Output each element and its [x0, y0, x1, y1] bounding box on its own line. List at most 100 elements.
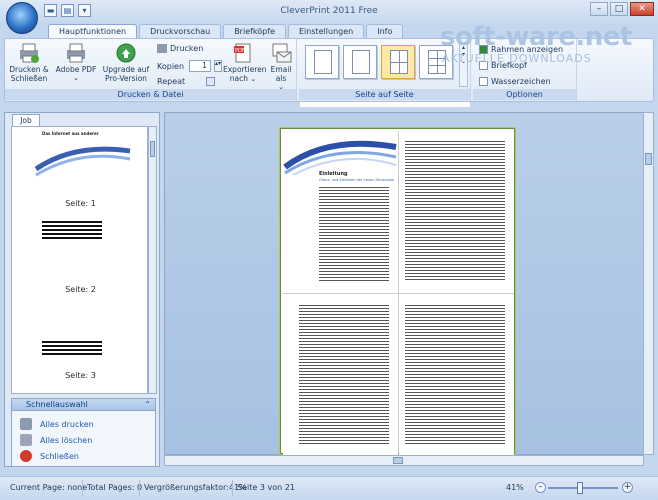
close-item[interactable]: Schließen: [20, 450, 79, 462]
sheet-page-4: [399, 295, 514, 455]
print-label: Drucken: [170, 44, 204, 53]
thumbnail-label: Seite: 1: [65, 199, 96, 208]
delete-all-icon: [20, 434, 32, 446]
swoosh-graphic: [283, 140, 397, 175]
email-button[interactable]: Email als ⌄: [267, 42, 295, 92]
quick-select-title: Schnellauswahl: [26, 400, 88, 409]
scroll-thumb[interactable]: [393, 457, 403, 464]
quick-select-list: Alles drucken Alles löschen Schließen: [11, 411, 156, 467]
svg-text:PDF: PDF: [235, 48, 245, 54]
tab-info[interactable]: Info: [366, 24, 404, 38]
tab-briefkoepfe[interactable]: Briefköpfe: [223, 24, 286, 38]
adobe-pdf-button[interactable]: Adobe PDF ⌄: [55, 42, 97, 83]
zoom-out-button[interactable]: –: [535, 482, 546, 493]
print-sheet[interactable]: Einleitung Grenz- und Ziellinien der neu…: [280, 128, 515, 455]
pdf-printer-icon: [64, 42, 88, 64]
thumbnail-label: Seite: 3: [65, 371, 96, 380]
print-group-label: Drucken & Datei: [5, 89, 296, 100]
copies-spinner[interactable]: ▴▾: [214, 60, 223, 72]
adobe-pdf-label: Adobe PDF: [55, 65, 97, 74]
thumbnail-page-2[interactable]: [34, 215, 132, 279]
text-block: [299, 305, 389, 445]
four-page-layout-button[interactable]: [381, 45, 415, 79]
job-tab[interactable]: Job: [12, 114, 40, 126]
quick-select-header[interactable]: Schnellauswahl ⌃: [11, 398, 156, 411]
email-icon: [269, 42, 293, 64]
watermark-brand: soft-ware.net: [440, 22, 632, 52]
scroll-thumb[interactable]: [150, 141, 155, 157]
export-label: Exportieren nach: [223, 65, 267, 83]
maximize-button[interactable]: □: [610, 2, 628, 16]
preview-vertical-scrollbar[interactable]: [643, 112, 654, 455]
current-page-status: Current Page: none: [10, 483, 88, 492]
app-menu-orb[interactable]: [6, 2, 38, 34]
zoom-slider-thumb[interactable]: [577, 482, 583, 494]
export-button[interactable]: PDF Exportieren nach ⌄: [223, 42, 267, 84]
print-all-icon: [20, 418, 32, 430]
total-pages-status: Total Pages: 0: [87, 483, 143, 492]
watermark-option[interactable]: Wasserzeichen: [479, 77, 551, 86]
thumbnail-label: Seite: 2: [65, 285, 96, 294]
printer-icon: [17, 42, 41, 64]
sheet-page-3: [283, 295, 398, 455]
page-icon: [352, 50, 370, 74]
repeat-icon: [206, 77, 216, 86]
watermark-tagline: AKTUELLE DOWNLOADS: [442, 52, 592, 65]
preview-subheading: Grenz- und Ziellinien der neuen Dimensio…: [319, 178, 395, 182]
copies-input[interactable]: 1: [189, 60, 212, 72]
page-position-status: Seite 3 von 21: [237, 483, 295, 492]
print-file-group: Drucken & Schließen Adobe PDF ⌄ Upgrade …: [5, 39, 297, 101]
scroll-thumb[interactable]: [645, 153, 652, 165]
collapse-icon[interactable]: ⌃: [144, 399, 151, 411]
copies-label: Kopien: [157, 61, 185, 71]
upgrade-button[interactable]: Upgrade auf Pro-Version: [101, 42, 151, 83]
pages-group-label: Seite auf Seite: [299, 89, 470, 100]
delete-all-label: Alles löschen: [40, 435, 93, 445]
tab-druckvorschau[interactable]: Druckvorschau: [139, 24, 222, 38]
two-page-layout-button[interactable]: [343, 45, 377, 79]
divider: [82, 480, 83, 496]
upgrade-icon: [114, 42, 138, 64]
page-grid-icon: [390, 50, 408, 74]
email-label: Email als: [270, 65, 292, 83]
sheet-page-2: [399, 131, 514, 291]
tab-einstellungen[interactable]: Einstellungen: [287, 24, 365, 38]
print-close-label: Drucken & Schließen: [9, 65, 49, 83]
print-close-button[interactable]: Drucken & Schließen: [9, 42, 49, 83]
sheet-page-1: Einleitung Grenz- und Ziellinien der neu…: [283, 131, 398, 291]
print-all-label: Alles drucken: [40, 419, 94, 429]
export-pdf-icon: PDF: [231, 42, 255, 64]
upgrade-label: Upgrade auf Pro-Version: [102, 65, 150, 83]
delete-all-item[interactable]: Alles löschen: [20, 434, 92, 446]
thumbnail-list: Das Internet aus anderer Seite: 1 Seite:…: [11, 126, 148, 394]
thumb-text-block: [42, 341, 102, 357]
print-all-item[interactable]: Alles drucken: [20, 418, 94, 430]
text-block: [405, 305, 505, 445]
thumbnail-page-1[interactable]: Das Internet aus anderer: [34, 129, 132, 197]
minimize-button[interactable]: –: [590, 2, 608, 16]
preview-horizontal-scrollbar[interactable]: [164, 455, 644, 466]
text-block: [319, 187, 389, 281]
copies-row: Kopien 1 ▴▾: [157, 60, 223, 72]
divider: [232, 480, 233, 496]
print-small-button[interactable]: Drucken: [157, 44, 203, 53]
repeat-row[interactable]: Repeat: [157, 77, 216, 86]
zoom-in-button[interactable]: +: [622, 482, 633, 493]
tab-hauptfunktionen[interactable]: Hauptfunktionen: [48, 24, 138, 39]
window-controls: – □ ✕: [590, 2, 654, 16]
close-label: Schließen: [40, 451, 79, 461]
watermark-checkbox[interactable]: [479, 77, 488, 86]
thumbnail-scrollbar[interactable]: [148, 126, 157, 394]
watermark-label: Wasserzeichen: [491, 77, 551, 86]
close-button[interactable]: ✕: [630, 2, 654, 16]
preview-heading: Einleitung: [319, 171, 348, 177]
page-icon: [314, 50, 332, 74]
status-bar: Current Page: none Total Pages: 0 Vergrö…: [0, 476, 658, 500]
preview-top-strip: [300, 102, 470, 107]
one-page-layout-button[interactable]: [305, 45, 339, 79]
close-red-icon: [20, 450, 32, 462]
title-bar: ▬ ▤ ▾ CleverPrint 2011 Free – □ ✕: [0, 0, 658, 24]
thumbnail-page-3[interactable]: [34, 301, 132, 365]
window-title: CleverPrint 2011 Free: [280, 6, 378, 16]
zoom-slider-track[interactable]: [548, 487, 618, 489]
